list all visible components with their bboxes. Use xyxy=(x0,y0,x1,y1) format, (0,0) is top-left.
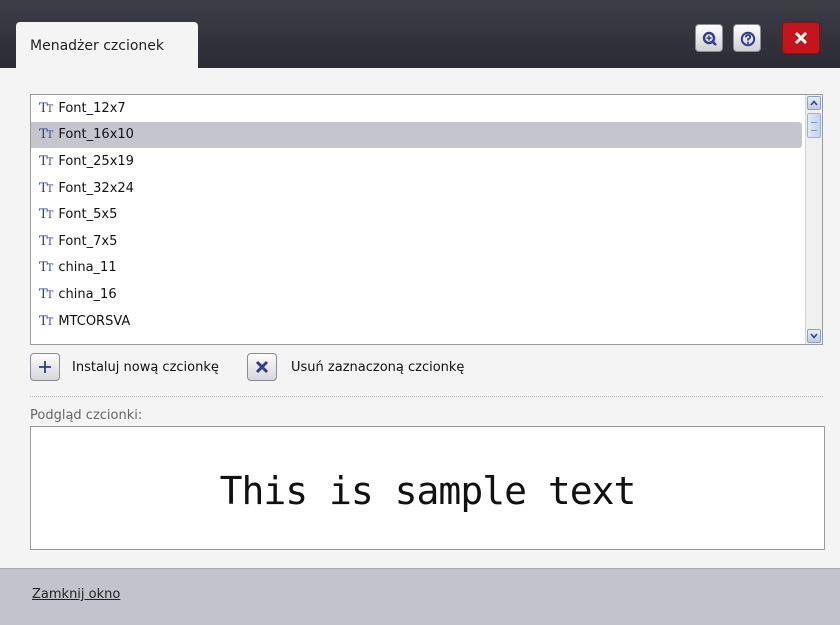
footer-bar: Zamknij okno xyxy=(0,568,840,625)
window-title-tab: Menadżer czcionek xyxy=(16,22,198,69)
tt-font-icon: TT xyxy=(39,207,53,223)
scroll-thumb[interactable] xyxy=(807,113,821,138)
scroll-up-button[interactable] xyxy=(807,96,821,110)
tt-font-icon: TT xyxy=(39,313,53,329)
tt-font-icon: TT xyxy=(39,100,53,116)
tt-font-icon: TT xyxy=(39,180,53,196)
font-list-item[interactable]: TT Font_5x5 xyxy=(31,201,802,228)
tt-font-icon: TT xyxy=(39,127,53,143)
remove-font-label[interactable]: Usuń zaznaczoną czcionkę xyxy=(291,360,464,375)
close-window-link[interactable]: Zamknij okno xyxy=(32,587,120,602)
window-title: Menadżer czcionek xyxy=(30,38,164,54)
zoom-icon xyxy=(702,31,717,46)
font-list-item[interactable]: TT Font_16x10 xyxy=(31,121,802,149)
install-font-button[interactable] xyxy=(30,353,60,381)
font-list-item[interactable]: TT china_16 xyxy=(31,281,802,308)
font-list-item-label: Font_16x10 xyxy=(58,127,134,143)
close-window-button[interactable] xyxy=(782,22,820,54)
font-list-item[interactable]: TT china_11 xyxy=(31,255,802,282)
font-list-item[interactable]: TT Font_7x5 xyxy=(31,228,802,255)
divider xyxy=(30,396,823,397)
zoom-button[interactable] xyxy=(695,24,723,52)
font-list-item-label: Font_7x5 xyxy=(58,233,118,249)
scroll-down-button[interactable] xyxy=(807,329,821,343)
font-list-scrollbar[interactable] xyxy=(805,95,822,344)
font-list-item[interactable]: TT Font_32x24 xyxy=(31,175,802,202)
font-list-item-label: china_11 xyxy=(58,260,117,276)
remove-x-icon xyxy=(255,360,269,374)
help-icon xyxy=(740,31,756,47)
install-font-label[interactable]: Instaluj nową czcionkę xyxy=(72,360,219,375)
tt-font-icon: TT xyxy=(39,286,53,302)
chevron-up-icon xyxy=(810,100,818,106)
font-list-item[interactable]: TT MTCORSVA xyxy=(31,308,802,335)
font-list-item-label: Font_25x19 xyxy=(58,153,134,169)
preview-sample-text: This is sample text xyxy=(219,469,637,513)
font-list[interactable]: TT Font_12x7 TT Font_16x10 TT Font_25x19 TT Fon… xyxy=(30,94,823,345)
tt-font-icon: TT xyxy=(39,233,53,249)
remove-font-button[interactable] xyxy=(247,353,277,381)
font-list-item-label: Font_5x5 xyxy=(58,207,118,223)
font-list-item-label: Font_12x7 xyxy=(58,100,126,116)
font-preview-box: This is sample text xyxy=(30,426,825,550)
tt-font-icon: TT xyxy=(39,153,53,169)
title-bar: Menadżer czcionek xyxy=(0,0,840,69)
font-list-item[interactable]: TT Font_25x19 xyxy=(31,148,802,175)
plus-icon xyxy=(39,361,51,373)
tt-font-icon: TT xyxy=(39,260,53,276)
font-list-item-label: MTCORSVA xyxy=(58,313,131,329)
preview-label: Podgląd czcionki: xyxy=(30,408,143,423)
chevron-down-icon xyxy=(810,333,818,339)
font-list-rows: TT Font_12x7 TT Font_16x10 TT Font_25x19 TT Fon… xyxy=(31,95,822,334)
font-list-item-label: Font_32x24 xyxy=(58,180,134,196)
close-icon xyxy=(794,31,808,45)
help-button[interactable] xyxy=(733,24,761,52)
font-list-item-label: china_16 xyxy=(58,286,117,302)
font-list-item[interactable]: TT Font_12x7 xyxy=(31,95,802,122)
